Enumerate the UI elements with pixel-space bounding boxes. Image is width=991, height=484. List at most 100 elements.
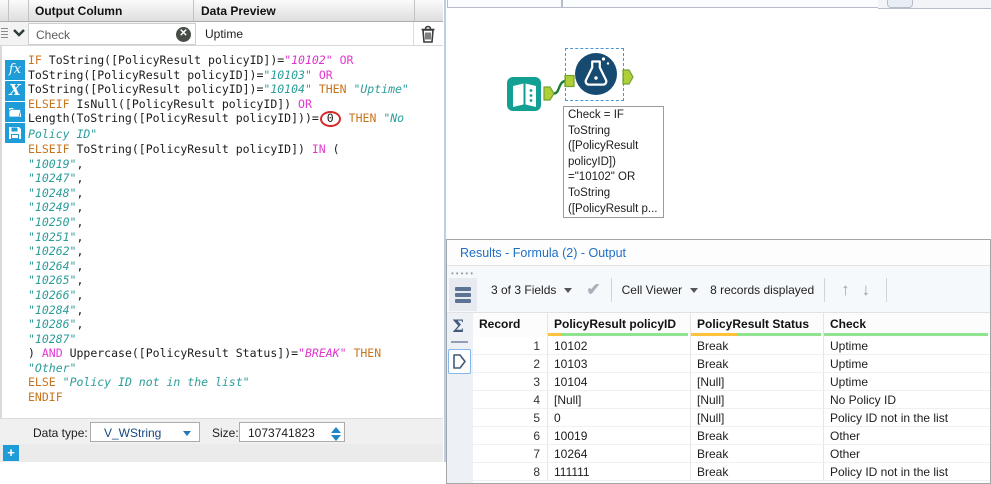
table-cell[interactable]: [Null] xyxy=(691,391,824,409)
column-header[interactable]: PolicyResult Status xyxy=(691,313,824,337)
formula-output-anchor[interactable] xyxy=(622,69,634,85)
functions-icon[interactable]: fx xyxy=(5,60,25,80)
table-cell[interactable]: Break xyxy=(691,463,824,481)
table-cell[interactable]: 3 xyxy=(473,373,548,391)
expand-expression-button[interactable] xyxy=(10,24,28,44)
table-row[interactable]: 4 [Null] [Null] No Policy ID xyxy=(473,391,990,409)
table-cell[interactable]: 8 xyxy=(473,463,548,481)
table-cell[interactable]: Policy ID not in the list xyxy=(824,463,990,481)
table-cell[interactable]: 4 xyxy=(473,391,548,409)
data-type-select[interactable]: V_WString xyxy=(90,422,200,442)
table-cell[interactable]: 10102 xyxy=(548,337,691,355)
column-header[interactable]: Check xyxy=(824,313,990,337)
variables-icon[interactable]: X xyxy=(5,81,25,101)
code-line: Length(ToString([PolicyResult policyID])… xyxy=(28,111,405,128)
drag-grip-icon[interactable] xyxy=(1,28,8,40)
table-cell[interactable]: 2 xyxy=(473,355,548,373)
input-tool-output-anchor[interactable] xyxy=(543,86,555,101)
data-view-toggle[interactable] xyxy=(448,349,471,374)
table-cell[interactable]: [Null] xyxy=(691,373,824,391)
scroll-down-icon[interactable]: ↓ xyxy=(862,280,871,300)
layout-toggle-button[interactable] xyxy=(449,278,477,311)
table-cell[interactable]: Break xyxy=(691,337,824,355)
table-cell[interactable]: 1 xyxy=(473,337,548,355)
column-header[interactable]: PolicyResult policyID xyxy=(548,313,691,337)
editor-tool-strip: fx X xyxy=(5,60,25,144)
step-up-icon[interactable] xyxy=(331,427,341,433)
data-preview-value: Uptime xyxy=(196,22,414,45)
table-row[interactable]: 1 10102 Break Uptime xyxy=(473,337,990,355)
separator xyxy=(886,277,888,302)
workflow-canvas[interactable] xyxy=(446,0,991,233)
column-header[interactable]: Record xyxy=(473,313,548,337)
table-cell[interactable]: 10019 xyxy=(548,427,691,445)
size-value: 1073741823 xyxy=(248,426,315,440)
tooltip-line: policyID]) xyxy=(568,155,616,168)
table-cell[interactable]: [Null] xyxy=(548,391,691,409)
table-cell[interactable]: 6 xyxy=(473,427,548,445)
table-cell[interactable]: Other xyxy=(824,445,990,463)
separator xyxy=(824,277,826,302)
code-line: ) AND Uppercase([PolicyResult Status])="… xyxy=(28,346,382,361)
table-cell[interactable]: Break xyxy=(691,427,824,445)
table-cell[interactable]: Break xyxy=(691,445,824,463)
table-cell[interactable]: Uptime xyxy=(824,373,990,391)
add-expression-button[interactable]: + xyxy=(3,445,19,461)
code-line: ToString([PolicyResult policyID])="10103… xyxy=(28,67,333,82)
code-line: "10249", xyxy=(28,200,84,215)
table-header-row: Record PolicyResult policyID PolicyResult … xyxy=(473,313,990,337)
table-row[interactable]: 3 10104 [Null] Uptime xyxy=(473,373,990,391)
formula-code[interactable]: IF ToString([PolicyResult policyID])="10… xyxy=(28,53,442,405)
formula-editor[interactable]: fx X IF ToString([PolicyResult policyID]… xyxy=(0,46,443,418)
table-cell[interactable]: 10104 xyxy=(548,373,691,391)
code-line: "10250", xyxy=(28,214,84,229)
toolbar-drag-handle[interactable]: ••••• xyxy=(451,269,475,278)
fields-dropdown[interactable]: 3 of 3 Fields xyxy=(491,283,556,297)
size-stepper[interactable] xyxy=(331,425,341,443)
table-cell[interactable]: Uptime xyxy=(824,337,990,355)
table-row[interactable]: 2 10103 Break Uptime xyxy=(473,355,990,373)
step-down-icon[interactable] xyxy=(331,435,341,441)
metadata-view-icon[interactable]: Σ xyxy=(452,317,464,337)
table-row[interactable]: 5 0 [Null] Policy ID not in the list xyxy=(473,409,990,427)
code-line: IF ToString([PolicyResult policyID])="10… xyxy=(28,53,354,67)
formula-tooltip: Check = IF ToString ([PolicyResult policyID… xyxy=(563,106,664,218)
tooltip-line: ([PolicyResult p... xyxy=(568,202,658,215)
table-cell[interactable]: 10103 xyxy=(548,355,691,373)
code-line: "10019", xyxy=(28,156,84,171)
table-cell[interactable]: 10264 xyxy=(548,445,691,463)
table-cell[interactable]: Break xyxy=(691,355,824,373)
table-row[interactable]: 6 10019 Break Other xyxy=(473,427,990,445)
metadata-view-icon-underline xyxy=(451,341,468,343)
code-line: "10286", xyxy=(28,317,84,332)
scroll-up-icon[interactable]: ↑ xyxy=(841,280,850,300)
cell-viewer-dropdown[interactable]: Cell Viewer xyxy=(622,283,682,297)
chevron-down-icon[interactable] xyxy=(564,288,573,293)
table-cell[interactable]: 0 xyxy=(548,409,691,427)
table-row[interactable]: 7 10264 Break Other xyxy=(473,445,990,463)
table-cell[interactable]: Uptime xyxy=(824,355,990,373)
size-input[interactable]: 1073741823 xyxy=(239,422,345,442)
save-icon[interactable] xyxy=(5,123,25,143)
table-cell[interactable]: Other xyxy=(824,427,990,445)
add-expression-row: + xyxy=(0,444,443,462)
folder-open-icon[interactable] xyxy=(5,102,25,122)
table-cell[interactable]: Policy ID not in the list xyxy=(824,409,990,427)
table-row[interactable]: 8 111111 Break Policy ID not in the list xyxy=(473,463,990,481)
results-table: Record PolicyResult policyID PolicyResult … xyxy=(473,313,990,483)
output-column-input[interactable]: Check xyxy=(28,23,196,45)
apply-check-icon[interactable]: ✔ xyxy=(586,280,600,300)
delete-expression-button[interactable] xyxy=(414,22,443,45)
table-cell[interactable]: 7 xyxy=(473,445,548,463)
table-cell[interactable]: [Null] xyxy=(691,409,824,427)
table-cell[interactable]: 111111 xyxy=(548,463,691,481)
expression-row: Check ✕ Uptime xyxy=(0,22,443,46)
table-cell[interactable]: 5 xyxy=(473,409,548,427)
table-cell[interactable]: No Policy ID xyxy=(824,391,990,409)
clear-column-icon[interactable]: ✕ xyxy=(176,27,191,42)
chevron-down-icon[interactable] xyxy=(690,288,699,293)
tooltip-line: Check = IF xyxy=(568,109,624,121)
input-data-tool[interactable] xyxy=(507,77,541,111)
tooltip-line: ="10102" OR xyxy=(568,171,636,184)
records-displayed-label: 8 records displayed xyxy=(710,282,815,297)
